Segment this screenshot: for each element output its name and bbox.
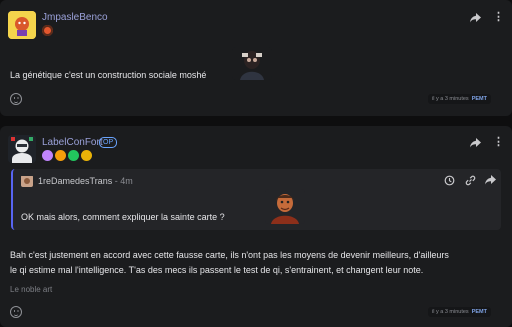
badge-icon	[81, 150, 92, 161]
badge-icon	[55, 150, 66, 161]
post-card: JmpasleBenco ⋮ La génétique c'est un con…	[0, 0, 512, 116]
more-options-icon[interactable]: ⋮	[493, 12, 504, 23]
permalink[interactable]: PEMT	[472, 309, 487, 315]
post-timestamp[interactable]: il y a 3 minutes PEMT	[428, 307, 491, 317]
history-icon[interactable]	[444, 175, 455, 189]
add-reaction-icon[interactable]	[10, 93, 22, 105]
username[interactable]: JmpasleBenco	[42, 12, 108, 23]
quoted-message[interactable]: 1reDamedesTrans - 4m OK mais alors, comm…	[11, 169, 501, 230]
sticker-image	[265, 189, 305, 224]
post-message-line: Bah c'est justement en accord avec cette…	[10, 250, 449, 260]
user-badges	[42, 150, 92, 161]
quote-time: - 4m	[114, 176, 133, 186]
share-icon[interactable]	[470, 138, 481, 151]
post-message-line: le qi estime mal l'intelligence. T'as de…	[10, 265, 424, 275]
add-reaction-icon[interactable]	[10, 306, 22, 318]
avatar[interactable]	[8, 135, 36, 163]
link-icon[interactable]	[465, 175, 476, 189]
permalink[interactable]: PEMT	[472, 96, 487, 102]
quote-avatar	[21, 175, 33, 187]
more-options-icon[interactable]: ⋮	[493, 137, 504, 148]
badge-icon	[42, 25, 53, 36]
op-badge: OP	[99, 137, 118, 148]
share-icon[interactable]	[470, 13, 481, 26]
badge-icon	[42, 150, 53, 161]
sticker-image	[232, 47, 272, 80]
share-icon[interactable]	[485, 175, 496, 188]
user-badges	[42, 25, 53, 36]
username[interactable]: LabelConFort	[42, 137, 103, 148]
quote-author-name: 1reDamedesTrans	[38, 176, 113, 186]
quote-text: OK mais alors, comment expliquer la sain…	[21, 212, 225, 222]
timestamp-text: il y a 3 minutes	[432, 96, 469, 102]
post-card: LabelConFort OP ⋮ 1reDamedesTrans - 4m O…	[0, 126, 512, 327]
avatar[interactable]	[8, 11, 36, 39]
badge-icon	[68, 150, 79, 161]
quote-author[interactable]: 1reDamedesTrans - 4m	[38, 176, 133, 186]
post-message: La génétique c'est un construction socia…	[10, 70, 207, 80]
signature: Le noble art	[10, 285, 53, 294]
timestamp-text: il y a 3 minutes	[432, 309, 469, 315]
post-timestamp[interactable]: il y a 3 minutes PEMT	[428, 94, 491, 104]
